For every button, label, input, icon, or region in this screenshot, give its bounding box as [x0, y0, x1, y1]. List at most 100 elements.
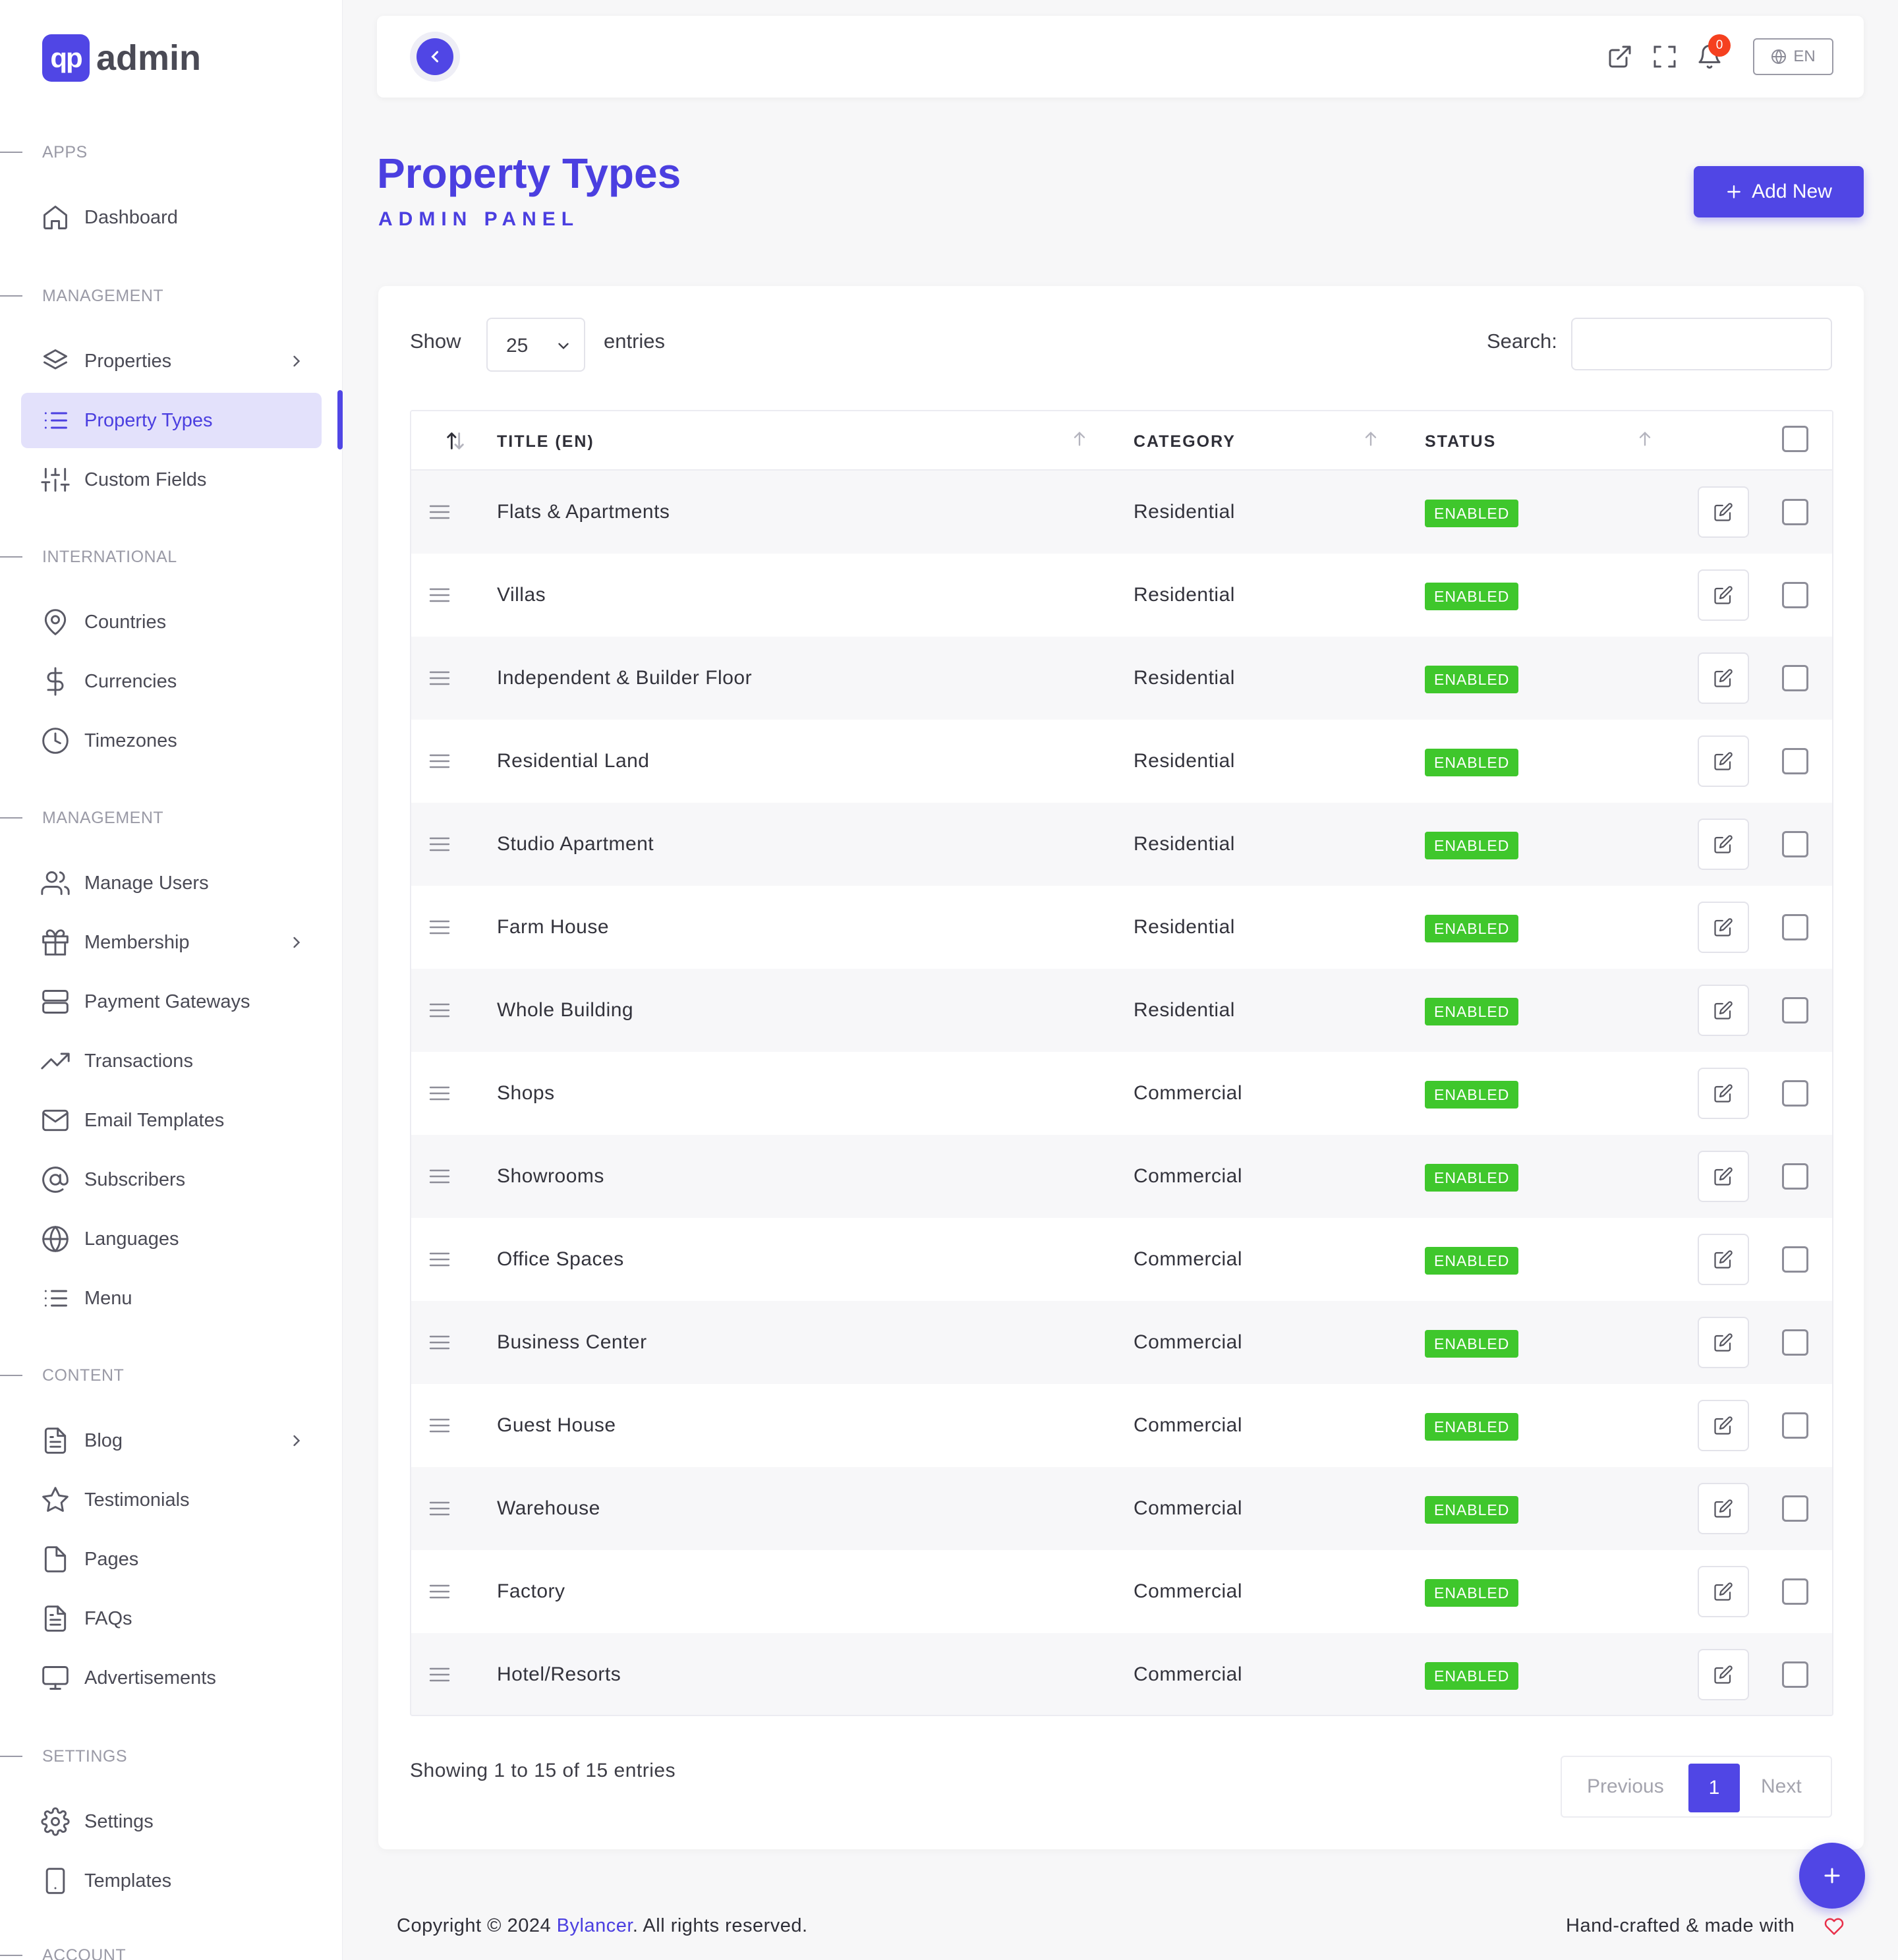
row-checkbox[interactable]	[1782, 1163, 1808, 1190]
sidebar-item-dashboard[interactable]: Dashboard	[21, 190, 322, 245]
sort-arrow-icon[interactable]	[1070, 430, 1089, 448]
column-status[interactable]: STATUS	[1425, 432, 1496, 451]
drag-handle-icon[interactable]	[428, 1416, 451, 1435]
edit-button[interactable]	[1698, 735, 1749, 787]
edit-button[interactable]	[1698, 1151, 1749, 1202]
sidebar-item-timezones[interactable]: Timezones	[21, 713, 322, 768]
sort-order-icon[interactable]	[444, 430, 467, 452]
row-checkbox[interactable]	[1782, 831, 1808, 857]
language-switcher[interactable]: EN	[1753, 38, 1833, 75]
sidebar-item-membership[interactable]: Membership	[21, 915, 322, 970]
next-page-button[interactable]: Next	[1761, 1775, 1802, 1798]
page-size-select[interactable]: 25	[486, 318, 585, 372]
edit-button[interactable]	[1698, 486, 1749, 538]
column-title[interactable]: TITLE (EN)	[497, 432, 594, 451]
row-checkbox[interactable]	[1782, 997, 1808, 1023]
edit-button[interactable]	[1698, 1649, 1749, 1700]
external-link-icon[interactable]	[1607, 43, 1633, 70]
drag-handle-icon[interactable]	[428, 1333, 451, 1352]
edit-button[interactable]	[1698, 569, 1749, 621]
row-checkbox[interactable]	[1782, 748, 1808, 774]
sidebar-item-blog[interactable]: Blog	[21, 1413, 322, 1468]
row-category: Commercial	[1134, 1497, 1243, 1519]
sidebar-item-testimonials[interactable]: Testimonials	[21, 1472, 322, 1528]
sort-arrow-icon[interactable]	[1636, 430, 1654, 448]
sidebar-item-property-types[interactable]: Property Types	[21, 393, 322, 448]
page-1-button[interactable]: 1	[1688, 1764, 1740, 1812]
drag-handle-icon[interactable]	[428, 1499, 451, 1518]
sidebar-item-pages[interactable]: Pages	[21, 1532, 322, 1587]
sidebar-item-manage-users[interactable]: Manage Users	[21, 855, 322, 911]
edit-button[interactable]	[1698, 819, 1749, 870]
edit-button[interactable]	[1698, 985, 1749, 1036]
sort-arrow-icon[interactable]	[1362, 430, 1380, 448]
sidebar-item-custom-fields[interactable]: Custom Fields	[21, 452, 322, 507]
sidebar-item-properties[interactable]: Properties	[21, 333, 322, 389]
sidebar-item-email-templates[interactable]: Email Templates	[21, 1093, 322, 1148]
row-checkbox[interactable]	[1782, 1495, 1808, 1522]
drag-handle-icon[interactable]	[428, 502, 451, 522]
edit-button[interactable]	[1698, 1317, 1749, 1368]
row-category: Residential	[1134, 501, 1235, 523]
row-checkbox[interactable]	[1782, 1412, 1808, 1439]
sidebar-item-countries[interactable]: Countries	[21, 594, 322, 650]
edit-button[interactable]	[1698, 1400, 1749, 1451]
sidebar-item-currencies[interactable]: Currencies	[21, 654, 322, 709]
sidebar-item-transactions[interactable]: Transactions	[21, 1033, 322, 1089]
edit-button[interactable]	[1698, 652, 1749, 704]
edit-button[interactable]	[1698, 902, 1749, 953]
row-checkbox[interactable]	[1782, 582, 1808, 608]
gift-icon	[42, 929, 69, 956]
previous-page-button[interactable]: Previous	[1587, 1775, 1664, 1798]
drag-handle-icon[interactable]	[428, 751, 451, 771]
fullscreen-icon[interactable]	[1652, 43, 1678, 70]
file-text-icon	[44, 1427, 67, 1454]
edit-icon	[1714, 752, 1733, 770]
status-badge: ENABLED	[1425, 998, 1519, 1025]
drag-handle-icon[interactable]	[428, 1582, 451, 1601]
edit-icon	[1714, 1084, 1733, 1103]
drag-handle-icon[interactable]	[428, 917, 451, 937]
drag-handle-icon[interactable]	[428, 1250, 451, 1269]
select-all-checkbox[interactable]	[1782, 426, 1808, 452]
row-checkbox[interactable]	[1782, 1661, 1808, 1688]
row-checkbox[interactable]	[1782, 1246, 1808, 1273]
server-icon	[42, 990, 69, 1014]
drag-handle-icon[interactable]	[428, 1083, 451, 1103]
edit-button[interactable]	[1698, 1068, 1749, 1119]
edit-button[interactable]	[1698, 1566, 1749, 1617]
layers-icon	[43, 349, 67, 370]
search-input[interactable]	[1571, 318, 1832, 370]
drag-handle-icon[interactable]	[428, 1000, 451, 1020]
sidebar-item-languages[interactable]: Languages	[21, 1211, 322, 1267]
column-category[interactable]: CATEGORY	[1134, 432, 1236, 451]
sidebar-item-payment-gateways[interactable]: Payment Gateways	[21, 974, 322, 1029]
footer-company-link[interactable]: Bylancer	[557, 1915, 633, 1936]
row-checkbox[interactable]	[1782, 1329, 1808, 1356]
sidebar-item-advertisements[interactable]: Advertisements	[21, 1650, 322, 1706]
row-checkbox[interactable]	[1782, 499, 1808, 525]
drag-handle-icon[interactable]	[428, 834, 451, 854]
sidebar-toggle-button[interactable]	[417, 38, 453, 75]
row-checkbox[interactable]	[1782, 665, 1808, 691]
sidebar-item-faqs[interactable]: FAQs	[21, 1591, 322, 1646]
row-checkbox[interactable]	[1782, 914, 1808, 940]
row-checkbox[interactable]	[1782, 1578, 1808, 1605]
add-new-button[interactable]: Add New	[1694, 166, 1864, 217]
trending-up-icon	[41, 1052, 70, 1070]
row-checkbox[interactable]	[1782, 1080, 1808, 1107]
drag-handle-icon[interactable]	[428, 585, 451, 605]
sidebar-item-subscribers[interactable]: Subscribers	[21, 1152, 322, 1207]
row-title: Villas	[497, 584, 546, 606]
drag-handle-icon[interactable]	[428, 1167, 451, 1186]
edit-button[interactable]	[1698, 1483, 1749, 1534]
brand-logo[interactable]: qp admin	[42, 34, 201, 82]
floating-add-button[interactable]	[1799, 1843, 1865, 1909]
sidebar-item-settings[interactable]: Settings	[21, 1794, 322, 1849]
sidebar-item-templates[interactable]: Templates	[21, 1853, 322, 1909]
drag-handle-icon[interactable]	[428, 1665, 451, 1685]
edit-button[interactable]	[1698, 1234, 1749, 1285]
sidebar-item-menu[interactable]: Menu	[21, 1271, 322, 1326]
drag-handle-icon[interactable]	[428, 668, 451, 688]
status-badge: ENABLED	[1425, 1081, 1519, 1109]
